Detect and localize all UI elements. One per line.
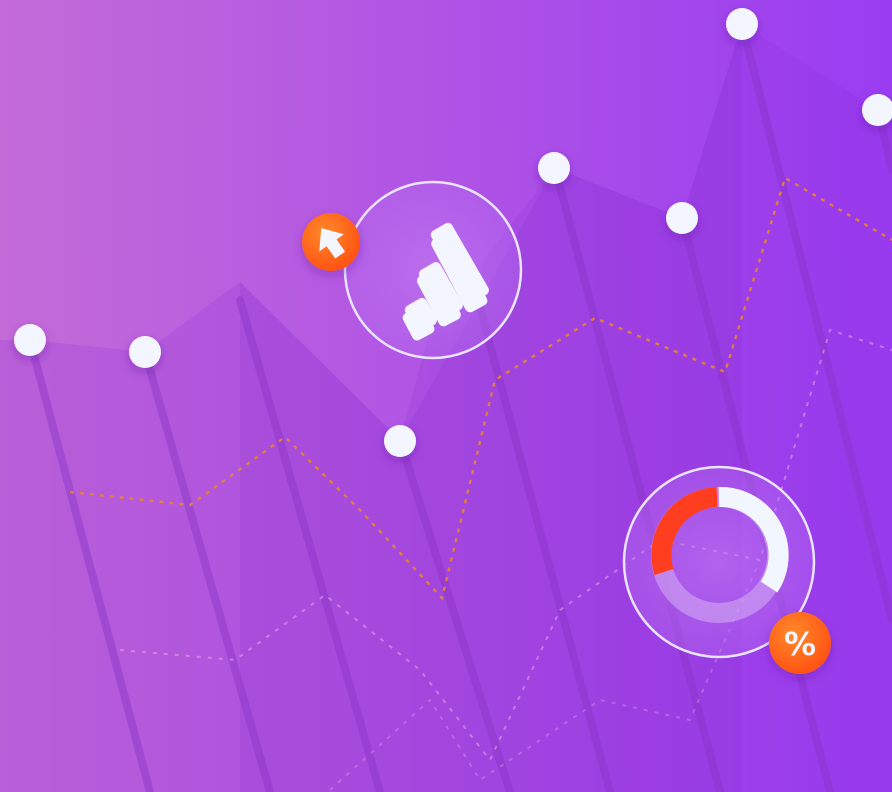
data-point (666, 202, 698, 234)
percent-badge: % (769, 612, 831, 674)
analytics-illustration: % (0, 0, 892, 792)
data-point (384, 425, 416, 457)
percent-icon: % (784, 625, 816, 663)
data-point (726, 8, 758, 40)
arrow-badge (302, 213, 360, 271)
data-point (14, 324, 46, 356)
data-point (129, 336, 161, 368)
bar-chart-badge (343, 180, 523, 360)
data-point (538, 152, 570, 184)
